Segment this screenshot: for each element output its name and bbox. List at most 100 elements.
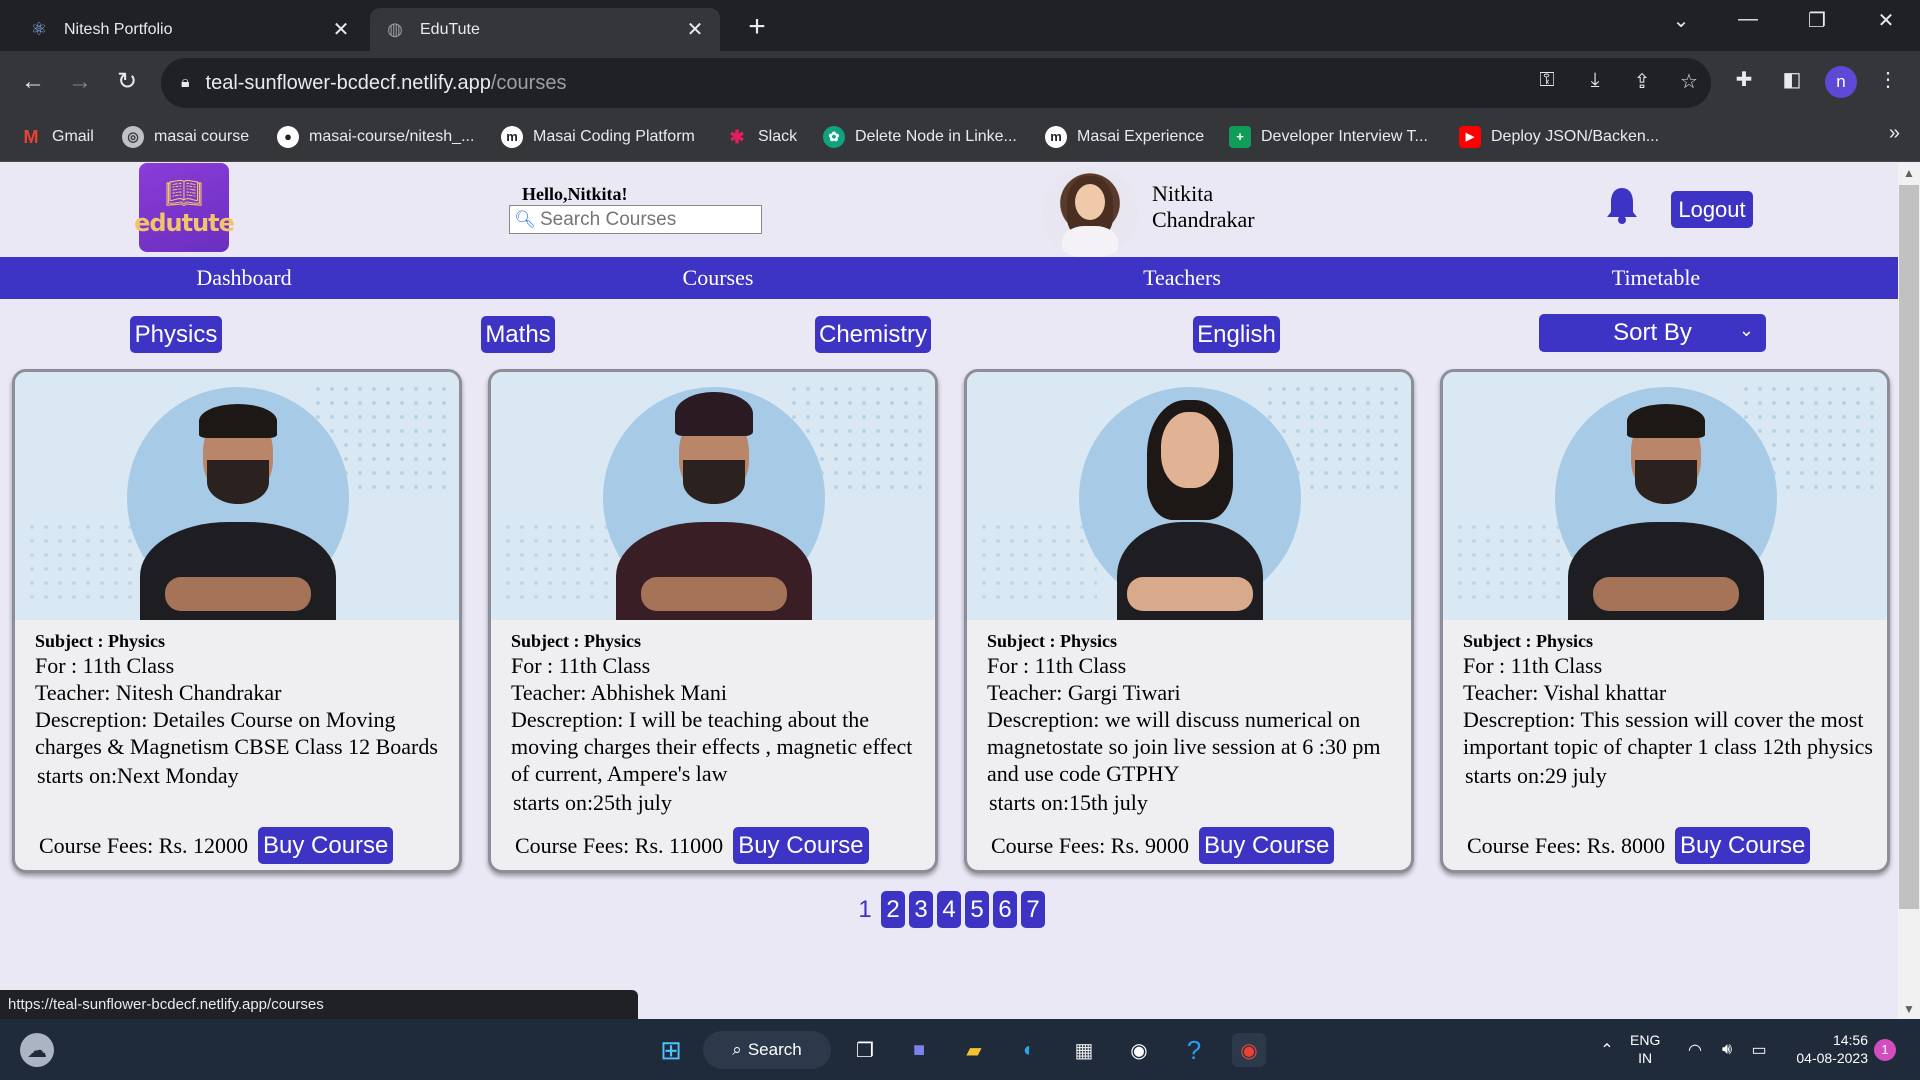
- volume-icon[interactable]: 🔊︎: [1710, 1033, 1744, 1067]
- photo-beard: [207, 460, 269, 504]
- bookmark-label: masai-course/nitesh_...: [309, 128, 475, 145]
- weather-icon[interactable]: ☁: [20, 1033, 54, 1067]
- chrome-icon: ◎: [122, 126, 144, 148]
- photo-dots: [501, 520, 621, 600]
- filter-chemistry-button[interactable]: Chemistry: [815, 316, 931, 353]
- github-desktop-icon[interactable]: ◉: [1122, 1033, 1156, 1067]
- chevron-down-icon: ⌄: [1738, 320, 1754, 340]
- photo-hair: [1627, 404, 1705, 438]
- status-bar-url: https://teal-sunflower-bcdecf.netlify.ap…: [0, 990, 638, 1019]
- page-button-7[interactable]: 7: [1021, 891, 1045, 928]
- filter-maths-button[interactable]: Maths: [481, 316, 555, 353]
- buy-course-button[interactable]: Buy Course: [258, 827, 394, 864]
- scroll-up-icon[interactable]: ▲: [1898, 166, 1920, 180]
- browser-tab-bar: ⚛ Nitesh Portfolio ✕ ◍ EduTute ✕ + ⌄ — ❐…: [0, 0, 1920, 51]
- search-input[interactable]: [540, 208, 755, 231]
- store-icon[interactable]: ▦: [1067, 1033, 1101, 1067]
- course-fee-row: Course Fees: Rs. 12000 Buy Course: [39, 827, 394, 864]
- bookmark-masai-course[interactable]: ◎ masai course: [122, 126, 249, 148]
- extensions-icon[interactable]: ✚: [1728, 67, 1760, 92]
- filter-physics-button[interactable]: Physics: [130, 316, 222, 353]
- buy-course-button[interactable]: Buy Course: [733, 827, 869, 864]
- language-indicator[interactable]: ENG IN: [1630, 1031, 1660, 1067]
- tray-chevron-icon[interactable]: ⌃: [1590, 1033, 1624, 1067]
- filter-english-button[interactable]: English: [1193, 316, 1280, 353]
- back-icon[interactable]: ←: [16, 65, 50, 99]
- edge-icon[interactable]: ◐: [1012, 1033, 1046, 1067]
- teacher-photo: [1443, 372, 1887, 620]
- edutute-logo[interactable]: 📖︎ edutute: [134, 163, 235, 252]
- clock[interactable]: 14:56 04-08-2023: [1780, 1031, 1868, 1067]
- window-close-icon[interactable]: ✕: [1866, 8, 1906, 33]
- page-button-5[interactable]: 5: [965, 891, 989, 928]
- notification-badge[interactable]: 1: [1874, 1039, 1896, 1061]
- share-icon[interactable]: ⇪: [1628, 69, 1656, 94]
- close-icon[interactable]: ✕: [684, 17, 706, 42]
- sort-by-select[interactable]: Sort By ⌄: [1539, 314, 1766, 352]
- bookmark-star-icon[interactable]: ☆: [1675, 69, 1703, 94]
- page-button-3[interactable]: 3: [909, 891, 933, 928]
- course-fees: Course Fees: Rs. 8000: [1467, 832, 1665, 858]
- nav-timetable[interactable]: Timetable: [1506, 257, 1806, 299]
- scroll-down-icon[interactable]: ▼: [1898, 1002, 1920, 1016]
- battery-icon[interactable]: ▭: [1742, 1033, 1776, 1067]
- photo-dots: [977, 520, 1097, 600]
- menu-icon[interactable]: ⋮: [1872, 67, 1904, 92]
- user-avatar[interactable]: [1042, 166, 1138, 259]
- windows-start-icon[interactable]: ⊞: [654, 1033, 688, 1067]
- nav-teachers[interactable]: Teachers: [1032, 257, 1332, 299]
- page-button-2[interactable]: 2: [881, 891, 905, 928]
- tab-edututе[interactable]: ◍ EduTute ✕: [370, 8, 720, 51]
- photo-turban: [675, 392, 753, 436]
- logout-button[interactable]: Logout: [1671, 191, 1753, 228]
- help-icon[interactable]: ?: [1177, 1033, 1211, 1067]
- address-bar[interactable]: 🔒︎ teal-sunflower-bcdecf.netlify.app/cou…: [161, 58, 1711, 108]
- bookmark-masai-experience[interactable]: m Masai Experience: [1045, 126, 1204, 148]
- course-class: For : 11th Class: [1463, 653, 1603, 678]
- photo-arms: [1593, 577, 1739, 611]
- install-icon[interactable]: ⤓: [1581, 69, 1609, 92]
- buy-course-button[interactable]: Buy Course: [1199, 827, 1335, 864]
- side-panel-icon[interactable]: ◧: [1776, 67, 1808, 92]
- forward-icon[interactable]: →: [63, 65, 97, 99]
- profile-avatar[interactable]: n: [1825, 66, 1857, 98]
- chatgpt-icon: ✿: [823, 126, 845, 148]
- bookmark-label: Gmail: [52, 128, 94, 145]
- bookmark-chatgpt[interactable]: ✿ Delete Node in Linke...: [823, 126, 1017, 148]
- minimize-icon[interactable]: —: [1728, 8, 1768, 31]
- new-tab-button[interactable]: +: [742, 10, 772, 44]
- bell-icon[interactable]: [1604, 185, 1640, 225]
- maximize-icon[interactable]: ❐: [1797, 8, 1837, 33]
- teams-icon[interactable]: ■: [902, 1033, 936, 1067]
- clock-date: 04-08-2023: [1796, 1050, 1868, 1066]
- chrome-icon[interactable]: ◉: [1232, 1033, 1266, 1067]
- tab-nitesh-portfolio[interactable]: ⚛ Nitesh Portfolio ✕: [14, 8, 366, 51]
- search-box[interactable]: 🔍︎: [509, 205, 762, 234]
- page-button-4[interactable]: 4: [937, 891, 961, 928]
- bookmark-github[interactable]: ● masai-course/nitesh_...: [277, 126, 474, 148]
- bookmark-youtube[interactable]: ▶ Deploy JSON/Backen...: [1459, 126, 1659, 148]
- search-icon: 🔍︎: [514, 209, 536, 229]
- buy-course-button[interactable]: Buy Course: [1675, 827, 1811, 864]
- reload-icon[interactable]: ↻: [110, 65, 144, 99]
- key-icon[interactable]: ⚿: [1533, 69, 1561, 92]
- more-bookmarks-icon[interactable]: »: [1889, 122, 1900, 145]
- tab-search-chevron-icon[interactable]: ⌄: [1661, 8, 1701, 33]
- bookmark-masai-coding-platform[interactable]: m Masai Coding Platform: [501, 126, 695, 148]
- scrollbar-thumb[interactable]: [1899, 185, 1919, 909]
- course-teacher: Teacher: Abhishek Mani: [511, 680, 727, 705]
- browser-toolbar: ← → ↻ 🔒︎ teal-sunflower-bcdecf.netlify.a…: [0, 51, 1920, 114]
- bookmark-sheets[interactable]: + Developer Interview T...: [1229, 126, 1428, 148]
- close-icon[interactable]: ✕: [330, 17, 352, 42]
- bookmark-gmail[interactable]: M Gmail: [20, 126, 94, 148]
- taskbar-search[interactable]: ⌕ Search: [703, 1031, 831, 1069]
- page-button-1[interactable]: 1: [853, 891, 877, 928]
- task-view-icon[interactable]: ❐: [848, 1033, 882, 1067]
- nav-courses[interactable]: Courses: [568, 257, 868, 299]
- wifi-icon[interactable]: ◠: [1678, 1033, 1712, 1067]
- course-fees: Course Fees: Rs. 12000: [39, 832, 248, 858]
- page-button-6[interactable]: 6: [993, 891, 1017, 928]
- bookmark-slack[interactable]: ✱ Slack: [726, 126, 797, 148]
- file-explorer-icon[interactable]: ▰: [957, 1033, 991, 1067]
- nav-dashboard[interactable]: Dashboard: [94, 257, 394, 299]
